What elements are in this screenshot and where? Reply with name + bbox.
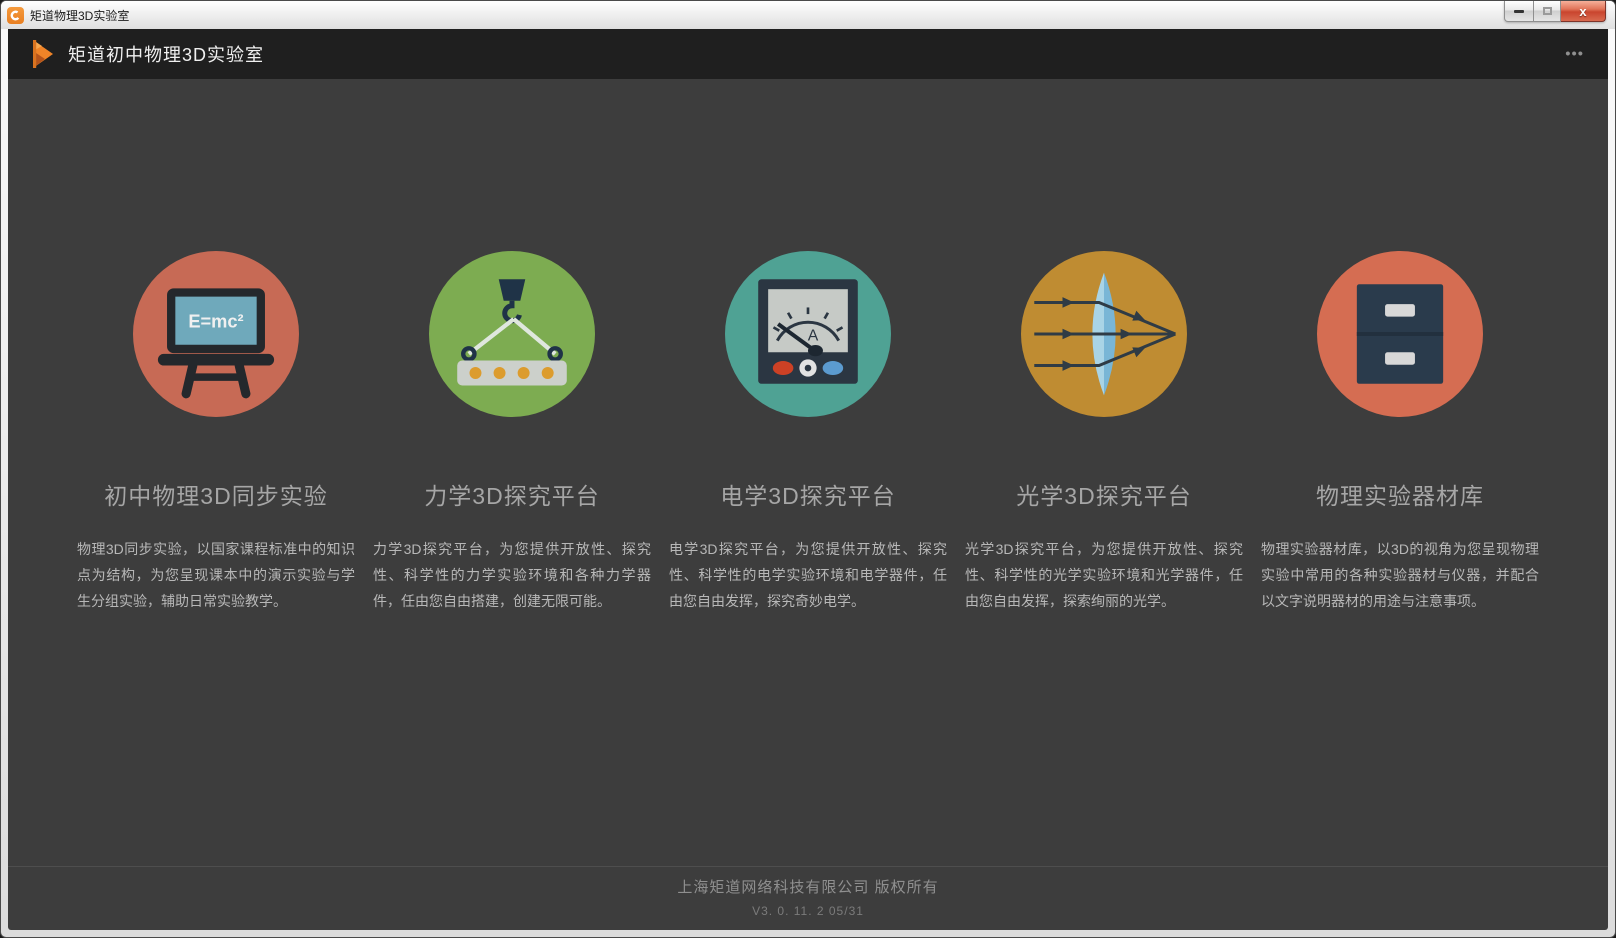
main-area: E=mc² 初中物理3D同步实验 物理3D同步实验，以国家课程标准中的知识点为结… [8, 79, 1608, 866]
module-title[interactable]: 初中物理3D同步实验 [104, 477, 327, 511]
os-titlebar: 矩道物理3D实验室 x [1, 1, 1615, 29]
window-title: 矩道物理3D实验室 [30, 8, 130, 23]
cabinet-icon[interactable] [1317, 251, 1483, 417]
app-header-title: 矩道初中物理3D实验室 [68, 45, 265, 65]
convex-lens-icon[interactable] [1021, 251, 1187, 417]
overflow-menu-button[interactable]: ••• [1565, 47, 1584, 62]
module-card-optics[interactable]: 光学3D探究平台 光学3D探究平台，为您提供开放性、探究性、科学性的光学实验环境… [956, 251, 1252, 615]
close-button[interactable]: x [1561, 1, 1606, 22]
module-description: 电学3D探究平台，为您提供开放性、探究性、科学性的电学实验环境和电学器件，任由您… [669, 541, 947, 609]
module-card-equipment-library[interactable]: 物理实验器材库 物理实验器材库，以3D的视角为您呈现物理实验中常用的各种实验器材… [1252, 251, 1548, 615]
svg-text:E=mc²: E=mc² [188, 310, 243, 331]
module-title[interactable]: 力学3D探究平台 [424, 477, 599, 511]
module-description: 物理实验器材库，以3D的视角为您呈现物理实验中常用的各种实验器材与仪器，并配合以… [1261, 541, 1539, 609]
module-description: 光学3D探究平台，为您提供开放性、探究性、科学性的光学实验环境和光学器件，任由您… [965, 541, 1243, 609]
module-card-electricity[interactable]: A 电学3D探究平台 电学3D探究平台，为您提供开放性、探究性、科学性的电学实验… [660, 251, 956, 615]
crane-hook-icon[interactable] [429, 251, 595, 417]
module-title[interactable]: 物理实验器材库 [1316, 477, 1484, 511]
module-card-mechanics[interactable]: 力学3D探究平台 力学3D探究平台，为您提供开放性、探究性、科学性的力学实验环境… [364, 251, 660, 615]
app-icon [7, 6, 24, 24]
minimize-icon [1514, 9, 1524, 13]
close-icon: x [1579, 3, 1587, 19]
app-window: 矩道物理3D实验室 x 矩道初中物理3D实验室 ••• E=mc² 初中物理3D… [0, 0, 1616, 938]
svg-text:A: A [808, 328, 819, 345]
maximize-button[interactable] [1534, 1, 1561, 22]
blackboard-icon[interactable]: E=mc² [133, 251, 299, 417]
module-card-sync-experiments[interactable]: E=mc² 初中物理3D同步实验 物理3D同步实验，以国家课程标准中的知识点为结… [68, 251, 364, 615]
minimize-button[interactable] [1504, 1, 1534, 22]
brand-logo-icon [33, 40, 53, 68]
module-grid: E=mc² 初中物理3D同步实验 物理3D同步实验，以国家课程标准中的知识点为结… [68, 79, 1548, 866]
app-header: 矩道初中物理3D实验室 ••• [8, 29, 1608, 79]
app-content: 矩道初中物理3D实验室 ••• E=mc² 初中物理3D同步实验 物理3D同步实… [8, 29, 1608, 930]
window-controls: x [1504, 1, 1606, 22]
ammeter-icon[interactable]: A [725, 251, 891, 417]
maximize-icon [1542, 7, 1552, 15]
module-description: 物理3D同步实验，以国家课程标准中的知识点为结构，为您呈现课本中的演示实验与学生… [77, 541, 355, 609]
module-description: 力学3D探究平台，为您提供开放性、探究性、科学性的力学实验环境和各种力学器件，任… [373, 541, 651, 609]
app-footer: 上海矩道网络科技有限公司 版权所有 V3. 0. 11. 2 05/31 [8, 866, 1608, 930]
version-text: V3. 0. 11. 2 05/31 [752, 904, 864, 918]
module-title[interactable]: 光学3D探究平台 [1016, 477, 1191, 511]
module-title[interactable]: 电学3D探究平台 [720, 477, 895, 511]
copyright-text: 上海矩道网络科技有限公司 版权所有 [677, 879, 939, 896]
